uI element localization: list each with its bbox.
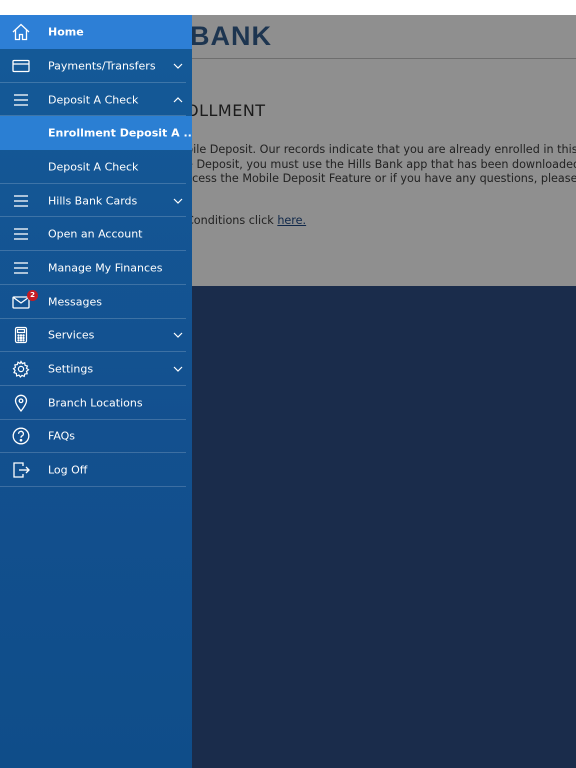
terms-link[interactable]: here.	[277, 214, 306, 227]
menu-item-deposit-a-check[interactable]: Deposit A Check	[0, 83, 192, 117]
menu-item-label: Settings	[48, 362, 94, 376]
submenu-item-enrollment-deposit[interactable]: Enrollment Deposit A ...	[0, 116, 192, 151]
menu-item-log-off[interactable]: Log Off	[0, 453, 192, 487]
menu-item-label: Branch Locations	[48, 396, 143, 410]
menu-item-label: Messages	[48, 295, 102, 309]
unread-count-badge: 2	[27, 289, 38, 301]
menu-item-label: Services	[48, 328, 95, 342]
menu-item-settings[interactable]: Settings	[0, 352, 192, 386]
calculator-icon	[11, 325, 31, 345]
card-icon	[11, 56, 31, 76]
menu-item-hills-bank-cards[interactable]: Hills Bank Cards	[0, 184, 192, 218]
chevron-down-icon[interactable]	[172, 363, 184, 375]
menu-item-label: Log Off	[48, 463, 88, 477]
menu-item-label: Open an Account	[48, 227, 143, 241]
location-pin-icon	[11, 393, 31, 413]
menu-lines-icon	[11, 191, 31, 211]
menu-item-messages[interactable]: 2 Messages	[0, 285, 192, 319]
home-icon	[11, 22, 31, 42]
menu-item-label: Home	[48, 25, 84, 39]
submenu-item-deposit-a-check[interactable]: Deposit A Check	[0, 150, 192, 184]
menu-lines-icon	[11, 258, 31, 278]
enrollment-message: bile Deposit. Our records indicate that …	[186, 143, 576, 187]
status-bar	[0, 0, 576, 15]
terms-line: Conditions click here.	[186, 214, 306, 227]
chevron-up-icon[interactable]	[172, 94, 184, 106]
menu-item-faqs[interactable]: FAQs	[0, 420, 192, 454]
menu-item-home[interactable]: Home	[0, 15, 192, 49]
chevron-down-icon[interactable]	[172, 195, 184, 207]
menu-item-label: Payments/Transfers	[48, 59, 156, 73]
menu-item-label: Hills Bank Cards	[48, 194, 138, 208]
chevron-down-icon[interactable]	[172, 329, 184, 341]
message-line: e Deposit, you must use the Hills Bank a…	[186, 157, 576, 171]
navigation-drawer: Home Payments/Transfers Deposit A Check …	[0, 15, 192, 768]
message-line: ccess the Mobile Deposit Feature or if y…	[186, 172, 576, 185]
menu-item-label: FAQs	[48, 429, 76, 443]
menu-item-label: Manage My Finances	[48, 261, 163, 275]
menu-item-label: Deposit A Check	[48, 93, 139, 107]
terms-prefix: Conditions click	[186, 214, 278, 227]
message-line: bile Deposit. Our records indicate that …	[186, 143, 576, 156]
menu-item-label: Enrollment Deposit A ...	[48, 126, 192, 140]
menu-lines-icon	[11, 224, 31, 244]
menu-lines-icon	[11, 90, 31, 110]
header-divider	[190, 58, 576, 59]
chevron-down-icon[interactable]	[172, 60, 184, 72]
menu-item-manage-my-finances[interactable]: Manage My Finances	[0, 251, 192, 285]
logout-icon	[11, 460, 31, 480]
question-icon	[11, 426, 31, 446]
menu-item-services[interactable]: Services	[0, 319, 192, 353]
gear-icon	[11, 359, 31, 379]
menu-item-branch-locations[interactable]: Branch Locations	[0, 386, 192, 420]
menu-item-payments-transfers[interactable]: Payments/Transfers	[0, 49, 192, 83]
bank-logo: BANK	[190, 21, 272, 51]
page-title: OLLMENT	[186, 101, 266, 120]
menu-item-label: Deposit A Check	[48, 160, 139, 174]
menu-item-open-an-account[interactable]: Open an Account	[0, 217, 192, 251]
